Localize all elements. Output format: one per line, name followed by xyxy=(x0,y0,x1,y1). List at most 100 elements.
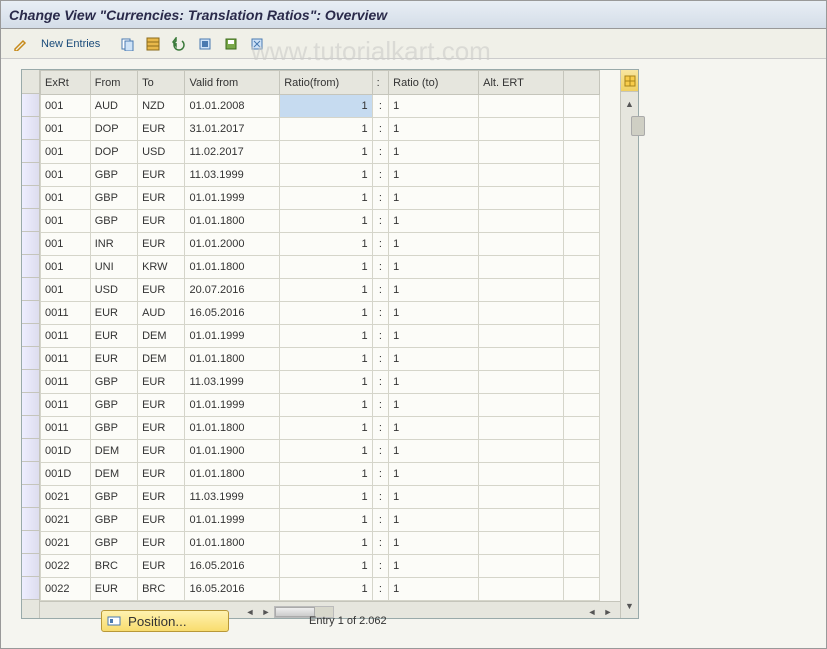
cell-rfrom[interactable]: 1 xyxy=(280,325,372,348)
cell-alt[interactable] xyxy=(479,256,564,279)
save-icon[interactable] xyxy=(220,33,242,55)
cell-to[interactable]: EUR xyxy=(138,532,185,555)
col-header-rfrom[interactable]: Ratio(from) xyxy=(280,71,372,95)
cell-to[interactable]: EUR xyxy=(138,463,185,486)
cell-from[interactable]: UNI xyxy=(90,256,137,279)
cell-exrt[interactable]: 0011 xyxy=(41,371,91,394)
cell-alt[interactable] xyxy=(479,118,564,141)
cell-alt[interactable] xyxy=(479,394,564,417)
scroll-up-icon[interactable]: ▲ xyxy=(622,94,638,114)
row-selector[interactable] xyxy=(22,439,39,462)
cell-from[interactable]: GBP xyxy=(90,486,137,509)
cell-alt[interactable] xyxy=(479,555,564,578)
row-selector[interactable] xyxy=(22,508,39,531)
row-selector[interactable] xyxy=(22,485,39,508)
col-header-alt[interactable]: Alt. ERT xyxy=(479,71,564,95)
cell-rfrom[interactable]: 1 xyxy=(280,118,372,141)
col-header-exrt[interactable]: ExRt xyxy=(41,71,91,95)
select-all-icon[interactable] xyxy=(194,33,216,55)
cell-from[interactable]: USD xyxy=(90,279,137,302)
row-selector[interactable] xyxy=(22,163,39,186)
cell-to[interactable]: EUR xyxy=(138,486,185,509)
cell-exrt[interactable]: 0011 xyxy=(41,348,91,371)
cell-from[interactable]: EUR xyxy=(90,578,137,601)
row-selector[interactable] xyxy=(22,301,39,324)
cell-valid[interactable]: 01.01.2000 xyxy=(185,233,280,256)
row-selector[interactable] xyxy=(22,324,39,347)
cell-to[interactable]: EUR xyxy=(138,371,185,394)
cell-alt[interactable] xyxy=(479,371,564,394)
row-selector[interactable] xyxy=(22,140,39,163)
table-settings-icon[interactable] xyxy=(621,70,638,92)
cell-exrt[interactable]: 001 xyxy=(41,210,91,233)
row-selector[interactable] xyxy=(22,554,39,577)
cell-rto[interactable]: 1 xyxy=(389,532,479,555)
cell-exrt[interactable]: 0021 xyxy=(41,486,91,509)
undo-icon[interactable] xyxy=(168,33,190,55)
table-row[interactable]: 0021GBPEUR01.01.19991:1 xyxy=(41,509,600,532)
cell-rfrom[interactable]: 1 xyxy=(280,95,372,118)
row-selector[interactable] xyxy=(22,117,39,140)
row-selector[interactable] xyxy=(22,255,39,278)
cell-to[interactable]: EUR xyxy=(138,118,185,141)
cell-from[interactable]: GBP xyxy=(90,371,137,394)
cell-valid[interactable]: 01.01.1999 xyxy=(185,325,280,348)
table-row[interactable]: 0022BRCEUR16.05.20161:1 xyxy=(41,555,600,578)
cell-rfrom[interactable]: 1 xyxy=(280,532,372,555)
cell-rto[interactable]: 1 xyxy=(389,118,479,141)
table-row[interactable]: 001DOPEUR31.01.20171:1 xyxy=(41,118,600,141)
cell-rfrom[interactable]: 1 xyxy=(280,302,372,325)
cell-to[interactable]: USD xyxy=(138,141,185,164)
row-selector[interactable] xyxy=(22,347,39,370)
table-row[interactable]: 0011GBPEUR01.01.18001:1 xyxy=(41,417,600,440)
cell-to[interactable]: EUR xyxy=(138,394,185,417)
cell-rto[interactable]: 1 xyxy=(389,578,479,601)
cell-from[interactable]: INR xyxy=(90,233,137,256)
row-selector[interactable] xyxy=(22,94,39,117)
row-selector[interactable] xyxy=(22,416,39,439)
col-header-from[interactable]: From xyxy=(90,71,137,95)
cell-valid[interactable]: 20.07.2016 xyxy=(185,279,280,302)
row-selector[interactable] xyxy=(22,278,39,301)
cell-rto[interactable]: 1 xyxy=(389,417,479,440)
table-row[interactable]: 0011EURDEM01.01.18001:1 xyxy=(41,348,600,371)
cell-valid[interactable]: 01.01.1999 xyxy=(185,394,280,417)
cell-rto[interactable]: 1 xyxy=(389,95,479,118)
cell-rfrom[interactable]: 1 xyxy=(280,233,372,256)
cell-exrt[interactable]: 0022 xyxy=(41,578,91,601)
cell-alt[interactable] xyxy=(479,302,564,325)
cell-rto[interactable]: 1 xyxy=(389,486,479,509)
position-button[interactable]: Position... xyxy=(101,610,229,632)
cell-rfrom[interactable]: 1 xyxy=(280,279,372,302)
row-selector[interactable] xyxy=(22,531,39,554)
pencil-icon[interactable] xyxy=(9,33,31,55)
cell-from[interactable]: GBP xyxy=(90,187,137,210)
cell-rto[interactable]: 1 xyxy=(389,164,479,187)
cell-from[interactable]: DEM xyxy=(90,440,137,463)
cell-from[interactable]: DOP xyxy=(90,118,137,141)
cell-rfrom[interactable]: 1 xyxy=(280,210,372,233)
cell-rto[interactable]: 1 xyxy=(389,509,479,532)
cell-alt[interactable] xyxy=(479,187,564,210)
cell-valid[interactable]: 01.01.1800 xyxy=(185,256,280,279)
cell-to[interactable]: EUR xyxy=(138,187,185,210)
cell-from[interactable]: GBP xyxy=(90,532,137,555)
cell-alt[interactable] xyxy=(479,532,564,555)
cell-rfrom[interactable]: 1 xyxy=(280,164,372,187)
cell-rfrom[interactable]: 1 xyxy=(280,256,372,279)
row-selector[interactable] xyxy=(22,393,39,416)
cell-rfrom[interactable]: 1 xyxy=(280,417,372,440)
cell-from[interactable]: EUR xyxy=(90,325,137,348)
table-row[interactable]: 001GBPEUR01.01.18001:1 xyxy=(41,210,600,233)
cell-rto[interactable]: 1 xyxy=(389,187,479,210)
cell-rfrom[interactable]: 1 xyxy=(280,394,372,417)
cell-rfrom[interactable]: 1 xyxy=(280,141,372,164)
row-selector[interactable] xyxy=(22,577,39,600)
col-header-to[interactable]: To xyxy=(138,71,185,95)
cell-exrt[interactable]: 001D xyxy=(41,440,91,463)
table-row[interactable]: 001INREUR01.01.20001:1 xyxy=(41,233,600,256)
row-selector[interactable] xyxy=(22,232,39,255)
cell-valid[interactable]: 01.01.1800 xyxy=(185,532,280,555)
cell-from[interactable]: GBP xyxy=(90,394,137,417)
table-row[interactable]: 001AUDNZD01.01.20081:1 xyxy=(41,95,600,118)
